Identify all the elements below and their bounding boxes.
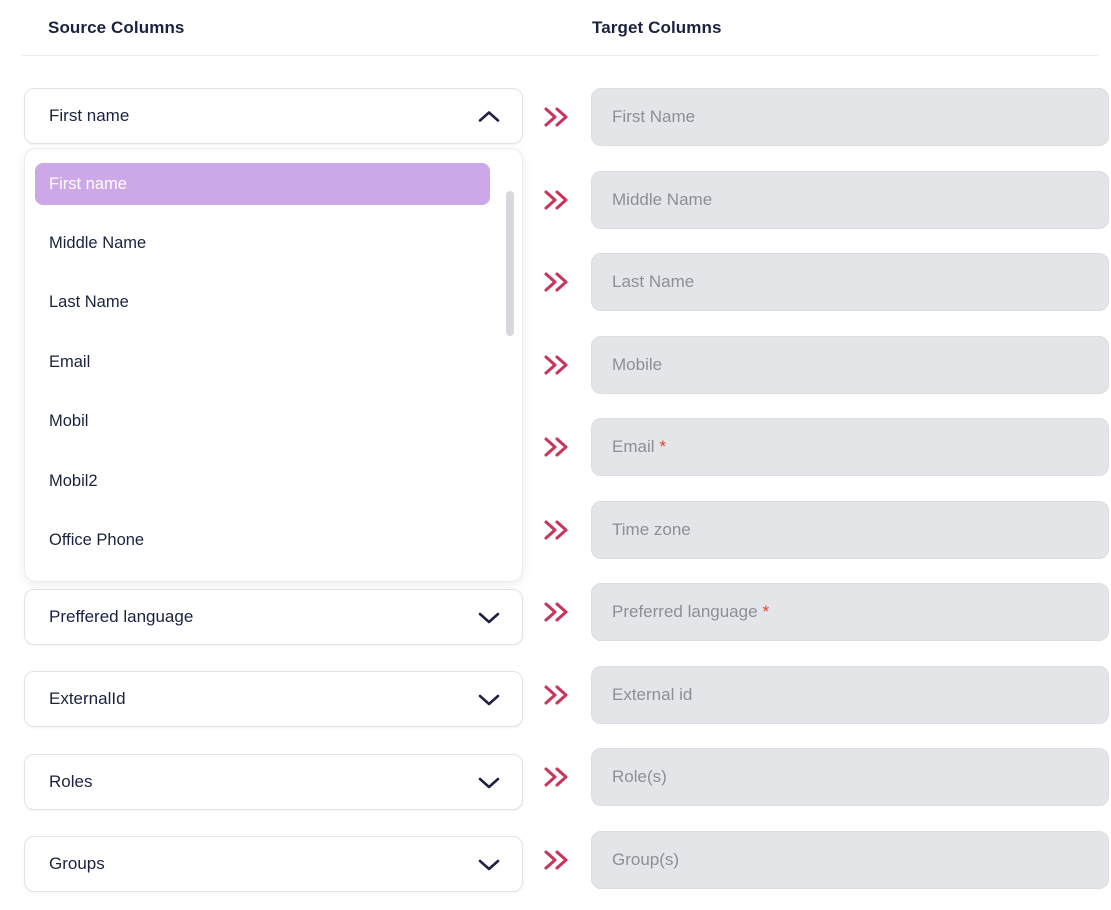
source-select-groups[interactable]: Groups [24,836,523,892]
target-field-first-name[interactable]: First Name [591,88,1109,146]
option-label: Mobil2 [49,471,98,490]
option-label: Office Phone [49,530,145,549]
double-chevron-right-icon [539,102,573,132]
target-field-email[interactable]: Email * [591,418,1109,476]
source-select-first-name[interactable]: First name [24,88,523,144]
dropdown-option-mobil2[interactable]: Mobil2 [35,460,490,502]
chevron-down-icon [478,694,500,705]
target-field-last-name[interactable]: Last Name [591,253,1109,311]
chevron-down-icon [478,612,500,623]
required-marker: * [659,437,667,456]
target-field-middle-name[interactable]: Middle Name [591,171,1109,229]
source-select-value: ExternalId [49,689,126,708]
target-field-placeholder: Time zone [612,520,691,539]
target-field-mobile[interactable]: Mobile [591,336,1109,394]
double-chevron-right-icon [539,680,573,710]
double-chevron-right-icon [539,185,573,215]
target-field-placeholder: External id [612,685,693,704]
source-select-externalid[interactable]: ExternalId [24,671,523,727]
target-columns-panel: First Name Middle Name Last Name Mobile … [533,0,1111,910]
source-select-value: First name [49,106,130,125]
target-field-placeholder: Preferred language [612,602,758,621]
target-field-placeholder: Middle Name [612,190,713,209]
target-field-placeholder: Mobile [612,355,663,374]
dropdown-option-middle-name[interactable]: Middle Name [35,222,490,264]
chevron-down-icon [478,859,500,870]
target-field-placeholder: Last Name [612,272,695,291]
double-chevron-right-icon [539,350,573,380]
target-field-placeholder: Email [612,437,655,456]
double-chevron-right-icon [539,597,573,627]
source-select-value: Groups [49,854,105,873]
double-chevron-right-icon [539,432,573,462]
option-label: Last Name [49,292,129,311]
dropdown-scrollbar-thumb[interactable] [506,191,514,336]
target-field-groups[interactable]: Group(s) [591,831,1109,889]
target-field-roles[interactable]: Role(s) [591,748,1109,806]
required-marker: * [762,602,770,621]
dropdown-option-email[interactable]: Email [35,341,490,383]
dropdown-option-mobil[interactable]: Mobil [35,400,490,442]
source-select-value: Preffered language [49,607,194,626]
dropdown-option-last-name[interactable]: Last Name [35,281,490,323]
target-field-time-zone[interactable]: Time zone [591,501,1109,559]
double-chevron-right-icon [539,515,573,545]
double-chevron-right-icon [539,267,573,297]
dropdown-option-first-name[interactable]: First name [35,163,490,205]
option-label: Email [49,352,91,371]
chevron-up-icon [478,110,500,122]
chevron-down-icon [478,777,500,788]
target-field-placeholder: Group(s) [612,850,680,869]
option-label: Mobil [49,411,89,430]
target-field-placeholder: First Name [612,107,696,126]
option-label: First name [49,174,127,193]
source-select-value: Roles [49,772,93,791]
double-chevron-right-icon [539,845,573,875]
source-select-roles[interactable]: Roles [24,754,523,810]
target-field-placeholder: Role(s) [612,767,667,786]
dropdown-option-office-phone[interactable]: Office Phone [35,519,490,561]
source-dropdown-panel[interactable]: First name Middle Name Last Name Email M… [24,148,523,582]
source-columns-panel: First name First name Middle Name Last N… [0,0,540,910]
option-label: Middle Name [49,233,147,252]
double-chevron-right-icon [539,762,573,792]
target-field-external-id[interactable]: External id [591,666,1109,724]
target-field-preferred-language[interactable]: Preferred language * [591,583,1109,641]
source-select-preffered-language[interactable]: Preffered language [24,589,523,645]
